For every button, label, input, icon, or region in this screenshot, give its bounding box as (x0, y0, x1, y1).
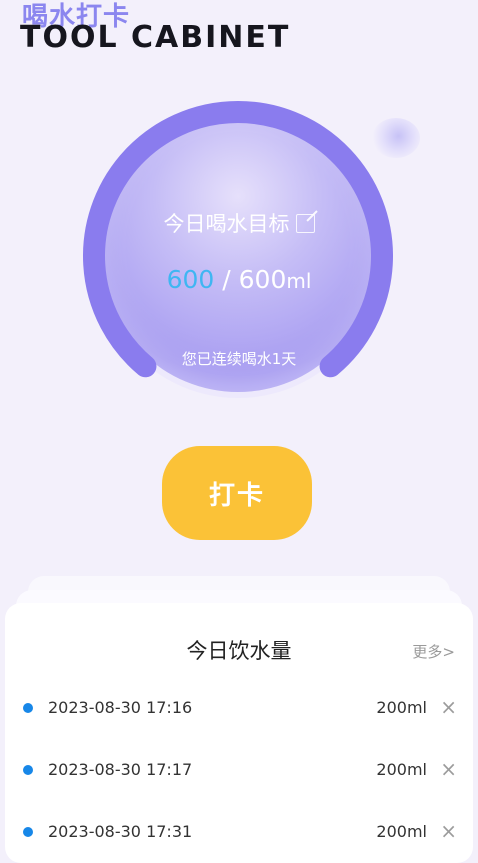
delete-icon[interactable]: × (440, 819, 457, 843)
intake-record: 2023-08-30 17:17 200ml × (5, 755, 473, 785)
bullet-dot-icon (23, 703, 33, 713)
streak-text: 您已连续喝水1天 (181, 350, 297, 368)
edit-icon[interactable] (295, 214, 315, 233)
daily-goal-row: 今日喝水目标 (0, 210, 478, 238)
today-intake-card: 今日饮水量 更多> 2023-08-30 17:16 200ml × 2023-… (5, 603, 473, 863)
amount-separator: / (214, 265, 239, 294)
app-title-en: TOOL CABINET (20, 20, 291, 55)
record-amount: 200ml (376, 822, 427, 841)
intake-record: 2023-08-30 17:31 200ml × (5, 817, 473, 847)
record-amount: 200ml (376, 698, 427, 717)
current-amount: 600 (166, 265, 215, 294)
bullet-dot-icon (23, 827, 33, 837)
target-amount: 600 (238, 265, 287, 294)
intake-record: 2023-08-30 17:16 200ml × (5, 693, 473, 723)
delete-icon[interactable]: × (440, 695, 457, 719)
checkin-button[interactable]: 打卡 (162, 446, 312, 540)
water-amount: 600 / 600ml (0, 262, 478, 299)
record-time: 2023-08-30 17:31 (48, 822, 193, 841)
record-time: 2023-08-30 17:16 (48, 698, 193, 717)
card-title: 今日饮水量 (186, 639, 292, 663)
amount-unit: ml (286, 269, 312, 293)
bullet-dot-icon (23, 765, 33, 775)
record-time: 2023-08-30 17:17 (48, 760, 193, 779)
delete-icon[interactable]: × (440, 757, 457, 781)
app-header: 喝水打卡 TOOL CABINET (0, 0, 478, 60)
record-amount: 200ml (376, 760, 427, 779)
daily-goal-label: 今日喝水目标 (163, 212, 290, 236)
gauge-progress-arc (83, 101, 393, 378)
more-link[interactable]: 更多> (412, 641, 455, 663)
